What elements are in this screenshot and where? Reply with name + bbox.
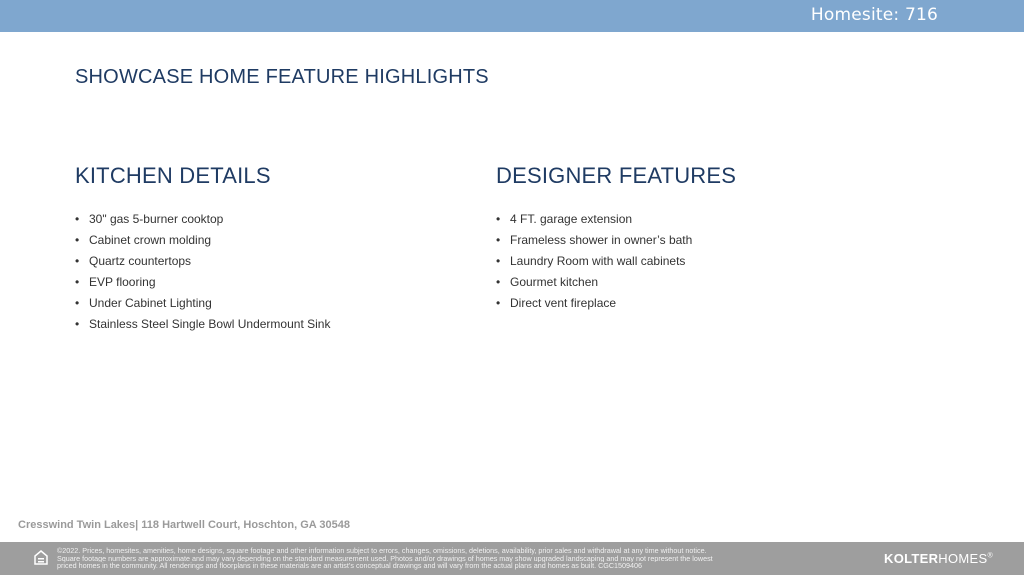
bullet: • [75, 233, 80, 247]
list-item-text: 4 FT. garage extension [510, 212, 633, 226]
bullet: • [496, 296, 501, 310]
designer-features-list: • 4 FT. garage extension • Frameless showe… [496, 209, 736, 314]
designer-features-heading: DESIGNER FEATURES [496, 163, 737, 188]
bullet: • [496, 275, 501, 289]
page-title: SHOWCASE HOME FEATURE HIGHLIGHTS [75, 66, 489, 88]
list-item-text: Quartz countertops [89, 254, 192, 268]
equal-housing-icon [34, 550, 48, 565]
list-item-text: Cabinet crown molding [89, 233, 212, 247]
top-bar: Homesite: 716 [0, 0, 1024, 32]
kitchen-details-section: KITCHEN DETAILS • 30" gas 5-burner cookto… [75, 163, 330, 335]
list-item-text: Direct vent fireplace [510, 296, 617, 310]
kitchen-details-heading: KITCHEN DETAILS [75, 163, 271, 188]
bullet: • [75, 212, 80, 226]
list-item: • Frameless shower in owner’s bath [496, 230, 736, 251]
bullet: • [75, 317, 80, 331]
list-item-text: Laundry Room with wall cabinets [510, 254, 686, 268]
list-item-text: EVP flooring [89, 275, 156, 289]
list-item: • Cabinet crown molding [75, 230, 330, 251]
homesite-label: Homesite: 716 [810, 5, 938, 25]
list-item-text: Frameless shower in owner’s bath [510, 233, 693, 247]
community-address: Cresswind Twin Lakes| 118 Hartwell Court… [18, 519, 350, 531]
kolter-homes-logo: KOLTERHOMES® [884, 551, 993, 566]
designer-features-section: DESIGNER FEATURES • 4 FT. garage extensio… [496, 163, 736, 314]
list-item: • EVP flooring [75, 272, 330, 293]
list-item: • 30" gas 5-burner cooktop [75, 209, 330, 230]
brand-bold: KOLTER [884, 551, 939, 566]
disclaimer-line: ©2022. Prices, homesites, amenities, hom… [57, 547, 707, 555]
list-item: • Laundry Room with wall cabinets [496, 251, 736, 272]
list-item: • Gourmet kitchen [496, 272, 736, 293]
list-item: • Direct vent fireplace [496, 293, 736, 314]
footer-bar: ©2022. Prices, homesites, amenities, hom… [0, 542, 1024, 575]
list-item: • 4 FT. garage extension [496, 209, 736, 230]
list-item-text: Stainless Steel Single Bowl Undermount S… [89, 317, 331, 331]
bullet: • [75, 254, 80, 268]
bullet: • [496, 254, 501, 268]
kitchen-details-list: • 30" gas 5-burner cooktop • Cabinet crown… [75, 209, 330, 335]
list-item: • Quartz countertops [75, 251, 330, 272]
legal-disclaimer: ©2022. Prices, homesites, amenities, hom… [57, 547, 877, 570]
list-item: • Stainless Steel Single Bowl Undermount … [75, 314, 330, 335]
list-item-text: 30" gas 5-burner cooktop [89, 212, 224, 226]
bullet: • [75, 296, 80, 310]
disclaimer-line: priced homes in the community. All rende… [57, 562, 643, 570]
brand-mark: ® [987, 552, 993, 560]
bullet: • [496, 212, 501, 226]
list-item-text: Gourmet kitchen [510, 275, 599, 289]
brand-light: HOMES [938, 551, 988, 566]
list-item: • Under Cabinet Lighting [75, 293, 330, 314]
disclaimer-line: Square footage numbers are approximate a… [57, 554, 713, 563]
bullet: • [75, 275, 80, 289]
list-item-text: Under Cabinet Lighting [89, 296, 212, 310]
bullet: • [496, 233, 501, 247]
